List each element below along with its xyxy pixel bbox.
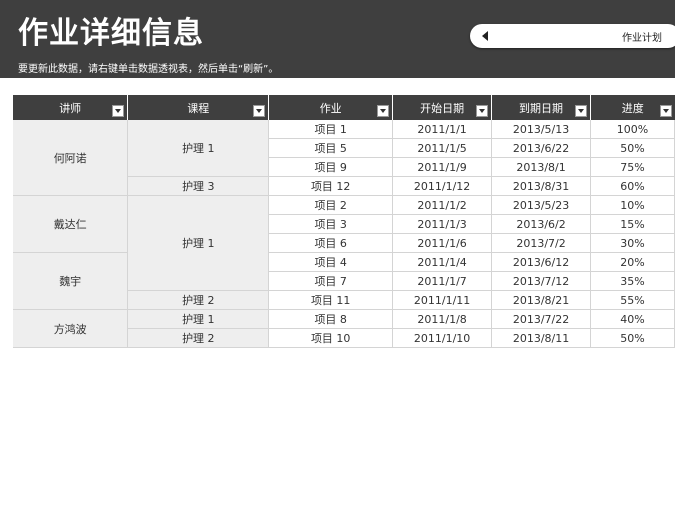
task-cell[interactable]: 项目 8 xyxy=(268,309,394,329)
task-cell[interactable]: 项目 5 xyxy=(268,138,394,158)
header-banner: 作业详细信息 要更新此数据，请右键单击数据透视表，然后单击“刷新”。 作业计划 xyxy=(0,0,675,78)
course-cell[interactable]: 护理 3 xyxy=(127,176,270,196)
progress-cell[interactable]: 35% xyxy=(590,271,675,291)
task-cell[interactable]: 项目 3 xyxy=(268,214,394,234)
task-cell[interactable]: 项目 7 xyxy=(268,271,394,291)
start-date-cell[interactable]: 2011/1/10 xyxy=(392,328,493,348)
progress-cell[interactable]: 100% xyxy=(590,120,675,139)
col-header-label: 开始日期 xyxy=(420,101,465,115)
progress-cell[interactable]: 10% xyxy=(590,195,675,215)
start-date-cell[interactable]: 2011/1/7 xyxy=(392,271,493,291)
instructor-cell[interactable]: 何阿诺 xyxy=(13,120,129,196)
nav-button-label: 作业计划 xyxy=(622,33,662,44)
due-date-cell[interactable]: 2013/8/31 xyxy=(491,176,592,196)
start-date-cell[interactable]: 2011/1/4 xyxy=(392,252,493,272)
due-date-cell[interactable]: 2013/6/12 xyxy=(491,252,592,272)
pivot-header-row: 讲师 课程 作业 开始日期 到期日期 进度 xyxy=(13,95,675,120)
back-arrow-icon xyxy=(482,31,488,41)
course-cell[interactable]: 护理 1 xyxy=(127,195,270,291)
start-date-cell[interactable]: 2011/1/12 xyxy=(392,176,493,196)
task-cell[interactable]: 项目 2 xyxy=(268,195,394,215)
start-date-cell[interactable]: 2011/1/1 xyxy=(392,120,493,139)
task-cell[interactable]: 项目 10 xyxy=(268,328,394,348)
start-date-cell[interactable]: 2011/1/8 xyxy=(392,309,493,329)
instructor-cell[interactable]: 戴达仁 xyxy=(13,195,129,253)
col-header-start-date: 开始日期 xyxy=(392,95,493,120)
progress-cell[interactable]: 50% xyxy=(590,138,675,158)
filter-dropdown-icon[interactable] xyxy=(377,105,390,117)
task-cell[interactable]: 项目 6 xyxy=(268,233,394,253)
col-header-progress: 进度 xyxy=(590,95,675,120)
progress-cell[interactable]: 15% xyxy=(590,214,675,234)
task-cell[interactable]: 项目 11 xyxy=(268,290,394,310)
start-date-cell[interactable]: 2011/1/11 xyxy=(392,290,493,310)
due-date-cell[interactable]: 2013/5/23 xyxy=(491,195,592,215)
pivot-table[interactable]: 讲师 课程 作业 开始日期 到期日期 进度 何阿诺 护理 1 项目 1 2011… xyxy=(13,95,675,348)
due-date-cell[interactable]: 2013/8/21 xyxy=(491,290,592,310)
filter-dropdown-icon[interactable] xyxy=(575,105,588,117)
due-date-cell[interactable]: 2013/8/1 xyxy=(491,157,592,177)
course-cell[interactable]: 护理 1 xyxy=(127,309,270,329)
task-cell[interactable]: 项目 9 xyxy=(268,157,394,177)
task-schedule-nav-button[interactable]: 作业计划 xyxy=(470,24,675,48)
task-cell[interactable]: 项目 12 xyxy=(268,176,394,196)
progress-cell[interactable]: 75% xyxy=(590,157,675,177)
task-cell[interactable]: 项目 4 xyxy=(268,252,394,272)
start-date-cell[interactable]: 2011/1/2 xyxy=(392,195,493,215)
table-row: 戴达仁 护理 1 项目 2 2011/1/2 2013/5/23 10% xyxy=(13,195,675,291)
table-row: 魏宇 项目 4 2011/1/4 2013/6/12 20% xyxy=(13,252,675,310)
due-date-cell[interactable]: 2013/6/2 xyxy=(491,214,592,234)
progress-cell[interactable]: 20% xyxy=(590,252,675,272)
progress-cell[interactable]: 30% xyxy=(590,233,675,253)
filter-dropdown-icon[interactable] xyxy=(476,105,489,117)
instructor-cell[interactable]: 魏宇 xyxy=(13,252,129,310)
col-header-label: 作业 xyxy=(319,101,342,115)
due-date-cell[interactable]: 2013/7/12 xyxy=(491,271,592,291)
filter-dropdown-icon[interactable] xyxy=(659,105,672,117)
instructor-cell[interactable]: 方鸿波 xyxy=(13,309,129,348)
progress-cell[interactable]: 60% xyxy=(590,176,675,196)
col-header-label: 讲师 xyxy=(59,101,82,115)
page-title: 作业详细信息 xyxy=(18,16,204,51)
col-header-course: 课程 xyxy=(127,95,270,120)
progress-cell[interactable]: 55% xyxy=(590,290,675,310)
course-cell[interactable]: 护理 2 xyxy=(127,290,270,310)
start-date-cell[interactable]: 2011/1/6 xyxy=(392,233,493,253)
table-row: 方鸿波 护理 1 项目 8 2011/1/8 2013/7/22 40% xyxy=(13,309,675,348)
progress-cell[interactable]: 50% xyxy=(590,328,675,348)
col-header-due-date: 到期日期 xyxy=(491,95,592,120)
due-date-cell[interactable]: 2013/7/22 xyxy=(491,309,592,329)
due-date-cell[interactable]: 2013/6/22 xyxy=(491,138,592,158)
col-header-task: 作业 xyxy=(268,95,394,120)
table-row: 何阿诺 护理 1 项目 1 2011/1/1 2013/5/13 100% xyxy=(13,120,675,196)
col-header-instructor: 讲师 xyxy=(13,95,129,120)
col-header-label: 课程 xyxy=(187,101,210,115)
due-date-cell[interactable]: 2013/7/2 xyxy=(491,233,592,253)
filter-dropdown-icon[interactable] xyxy=(112,105,125,117)
start-date-cell[interactable]: 2011/1/3 xyxy=(392,214,493,234)
task-cell[interactable]: 项目 1 xyxy=(268,120,394,139)
start-date-cell[interactable]: 2011/1/5 xyxy=(392,138,493,158)
due-date-cell[interactable]: 2013/8/11 xyxy=(491,328,592,348)
filter-dropdown-icon[interactable] xyxy=(253,105,266,117)
col-header-label: 到期日期 xyxy=(519,101,564,115)
course-cell[interactable]: 护理 2 xyxy=(127,328,270,348)
course-cell[interactable]: 护理 1 xyxy=(127,120,270,177)
col-header-label: 进度 xyxy=(621,101,644,115)
progress-cell[interactable]: 40% xyxy=(590,309,675,329)
refresh-instructions: 要更新此数据，请右键单击数据透视表，然后单击“刷新”。 xyxy=(18,64,279,75)
due-date-cell[interactable]: 2013/5/13 xyxy=(491,120,592,139)
start-date-cell[interactable]: 2011/1/9 xyxy=(392,157,493,177)
